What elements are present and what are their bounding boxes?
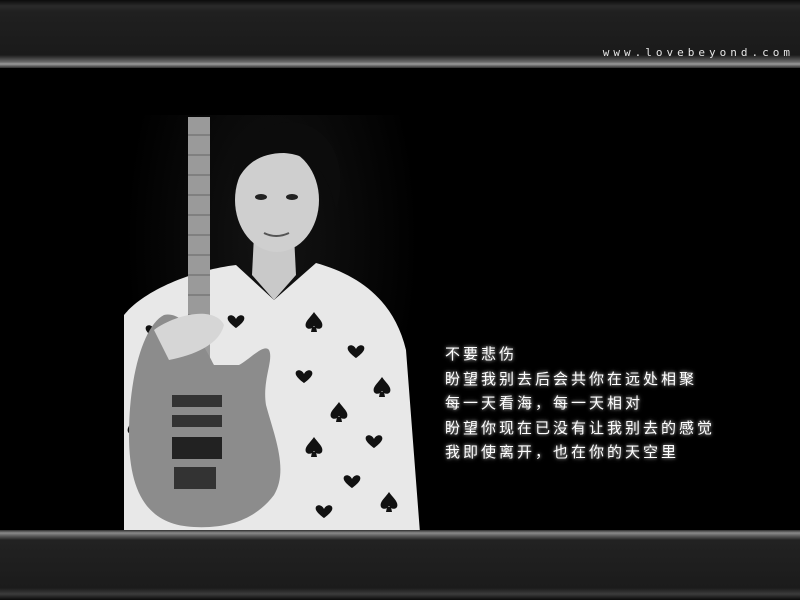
guitarist-photo: [124, 115, 420, 533]
lyric-line: 盼望你现在已没有让我别去的感觉: [445, 418, 716, 437]
bottom-bar: [0, 530, 800, 600]
lyric-line: 每一天看海，每一天相对: [445, 394, 644, 412]
lyric-line: 不要悲伤: [445, 345, 518, 363]
site-url: www.lovebeyond.com: [602, 46, 794, 59]
guitarist-illustration: [124, 117, 420, 533]
lyric-line: 盼望我别去后会共你在远处相聚: [445, 369, 698, 388]
lyrics-block: 不要悲伤 盼望我别去后会共你在远处相聚 每一天看海，每一天相对 盼望你现在已没有…: [445, 342, 715, 465]
lyric-line: 我即使离开，也在你的天空里: [445, 443, 680, 461]
